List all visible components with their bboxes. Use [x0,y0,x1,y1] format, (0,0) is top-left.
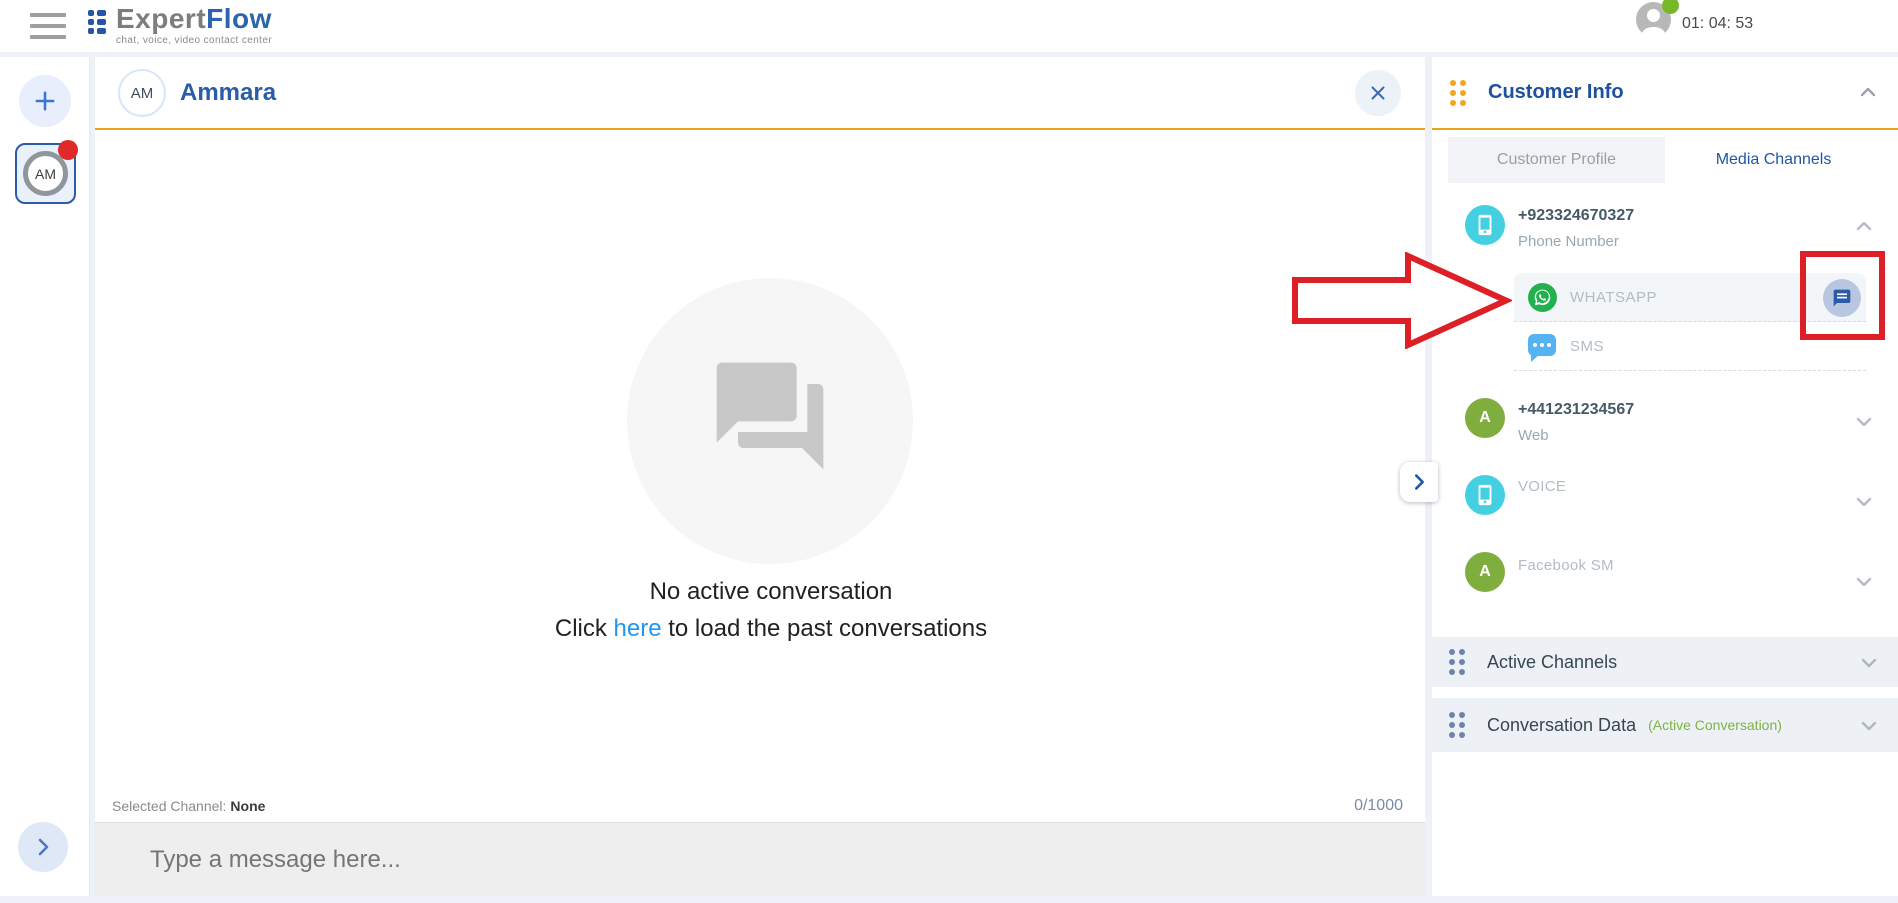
section-conversation-data[interactable]: Conversation Data (Active Conversation) [1432,698,1898,752]
customer-info-panel: Customer Info Customer Profile Media Cha… [1432,57,1898,896]
close-conversation-button[interactable] [1355,70,1401,116]
contact-avatar: AM [118,69,166,117]
sub-channel-label: SMS [1570,338,1604,355]
collapse-chevron-up-icon[interactable] [1852,215,1876,239]
expand-chevron-down-icon[interactable] [1857,650,1881,674]
avatar-a-icon: A [1465,398,1505,438]
channel-title: VOICE [1518,478,1566,495]
composer-statusbar: Selected Channel:None 0/1000 [95,790,1425,823]
channel-title: +441231234567 [1518,401,1634,419]
channel-subtitle: Web [1518,427,1549,444]
empty-state-line2: Click here to load the past conversation… [106,610,1436,647]
drag-handle-icon[interactable] [1449,712,1465,738]
session-timer: 01: 04: 53 [1682,15,1753,33]
tab-media-channels[interactable]: Media Channels [1665,137,1882,183]
channel-title: Facebook SM [1518,557,1614,574]
logo-tagline: chat, voice, video contact center [116,36,272,46]
drag-handle-icon[interactable] [1449,649,1465,675]
hamburger-menu-icon[interactable] [30,13,66,39]
chevron-right-icon [31,835,55,859]
app-header: ExpertFlow chat, voice, video contact ce… [0,0,1898,52]
mobile-icon [1465,475,1505,515]
collapse-chevron-up-icon[interactable] [1856,81,1880,105]
annotation-arrow [1292,252,1512,349]
plus-icon [31,87,59,115]
channel-title: +923324670327 [1518,207,1634,225]
customer-info-tabs: Customer Profile Media Channels [1448,137,1882,183]
whatsapp-icon [1528,283,1557,312]
empty-state-line1: No active conversation [106,573,1436,610]
section-active-channels[interactable]: Active Channels [1432,637,1898,687]
expand-chevron-down-icon[interactable] [1852,409,1876,433]
avatar-a-icon: A [1465,552,1505,592]
expand-chevron-down-icon[interactable] [1857,713,1881,737]
selected-channel: Selected Channel:None [112,798,265,814]
load-past-conversations-link[interactable]: here [614,615,662,642]
agent-avatar[interactable] [1636,2,1671,37]
logo-dots-icon [88,7,112,37]
chat-header: AM Ammara [95,57,1425,130]
customer-info-title: Customer Info [1488,81,1856,104]
conversation-rail: AM [0,57,90,896]
sms-icon [1528,334,1556,356]
sub-channel-label: WHATSAPP [1570,289,1657,306]
expand-rail-button[interactable] [18,822,68,872]
header-right: 01: 04: 53 [1758,0,1898,52]
chat-panel: AM Ammara No active conversation Click h… [95,57,1425,896]
active-conversation-badge: (Active Conversation) [1648,717,1857,733]
chat-bubbles-icon [706,352,834,480]
close-icon [1367,82,1389,104]
annotation-rectangle [1800,251,1885,340]
tab-customer-profile[interactable]: Customer Profile [1448,137,1665,183]
channel-subtitle: Phone Number [1518,233,1619,250]
selected-channel-value: None [230,798,265,814]
conversation-list-item[interactable]: AM [15,143,76,204]
expand-chevron-down-icon[interactable] [1852,489,1876,513]
unread-indicator-dot [58,140,78,160]
customer-info-header: Customer Info [1432,57,1898,130]
new-conversation-button[interactable] [19,75,71,127]
expertflow-logo: ExpertFlow chat, voice, video contact ce… [88,2,272,46]
message-input[interactable] [150,846,1350,874]
expand-chevron-down-icon[interactable] [1852,569,1876,593]
contact-name: Ammara [180,79,276,107]
message-composer [95,823,1425,896]
empty-state-text: No active conversation Click here to loa… [106,573,1436,647]
char-counter: 0/1000 [1354,797,1403,815]
logo-wordmark: ExpertFlow [116,2,272,36]
mobile-icon [1465,205,1505,245]
presence-status-dot [1662,0,1679,14]
expand-panel-button[interactable] [1400,462,1438,502]
drag-handle-icon[interactable] [1450,80,1466,106]
empty-state-circle [627,278,913,564]
chevron-right-icon [1408,471,1430,493]
